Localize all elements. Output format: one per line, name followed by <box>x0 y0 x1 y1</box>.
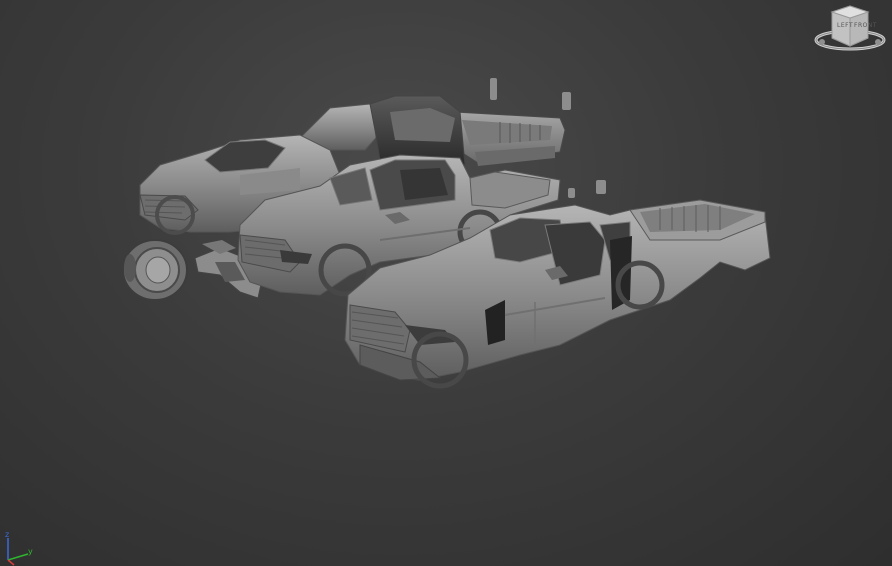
mirror-part[interactable] <box>568 188 575 198</box>
viewcube-left-label: LEFT <box>837 22 854 29</box>
viewcube-front-label: FRONT <box>854 22 877 29</box>
mirror-part[interactable] <box>562 92 571 110</box>
wheel-part[interactable] <box>122 239 188 301</box>
axis-y-label: y <box>28 547 33 556</box>
scene-canvas[interactable] <box>0 0 892 566</box>
mirror-part[interactable] <box>596 180 606 194</box>
axis-z-label: z <box>5 530 9 539</box>
viewcube-icon[interactable] <box>812 2 888 58</box>
viewcube[interactable]: LEFT FRONT <box>812 2 888 58</box>
3d-viewport[interactable]: LEFT FRONT z y <box>0 0 892 566</box>
axis-tripod-icon: z y <box>5 530 33 566</box>
mirror-part[interactable] <box>490 78 497 100</box>
